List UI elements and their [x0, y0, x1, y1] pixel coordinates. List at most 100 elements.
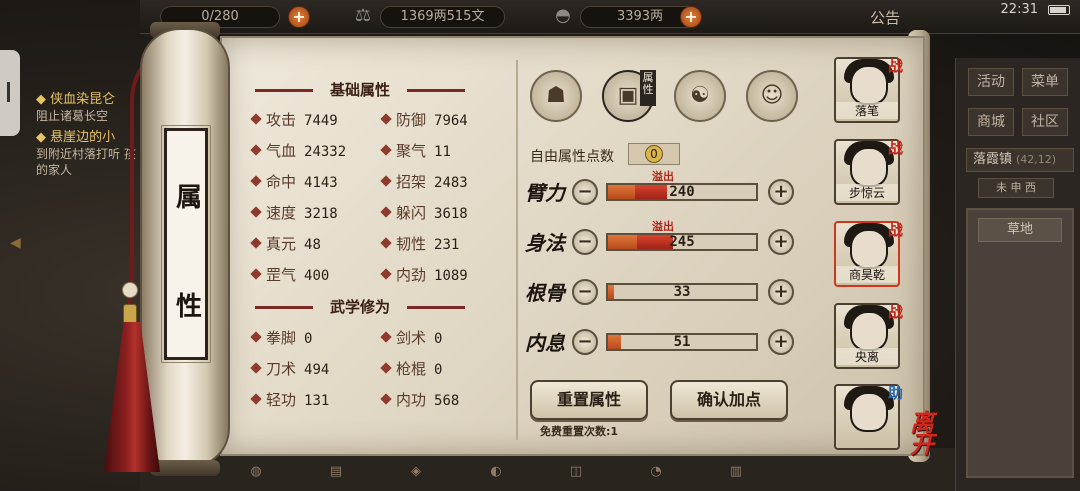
- attribute-tab-tag: 属性: [640, 70, 656, 106]
- add-silver-button[interactable]: +: [680, 6, 702, 28]
- attribute-row: 内劲 1089: [380, 265, 468, 285]
- attribute-label: 刀术: [266, 360, 297, 378]
- equipment-tab-icon[interactable]: ☗: [530, 70, 582, 122]
- portrait-face: [850, 65, 888, 105]
- free-points-value: 0: [645, 145, 663, 163]
- bagua-tab-icon[interactable]: ☯: [674, 70, 726, 122]
- bottom-menu-item[interactable]: ◫: [550, 454, 602, 490]
- increase-stat-button[interactable]: +: [768, 329, 794, 355]
- bottom-menu-item[interactable]: ▥: [710, 454, 762, 490]
- attribute-row: 躲闪 3618: [380, 203, 468, 223]
- attribute-label: 聚气: [396, 142, 427, 160]
- location-name: 落霞镇: [973, 152, 1013, 167]
- attribute-row: 韧性 231: [380, 234, 459, 254]
- attribute-label: 轻功: [266, 391, 297, 409]
- battery-icon: [1048, 5, 1070, 15]
- free-points-label: 自由属性点数: [530, 149, 614, 165]
- community-button[interactable]: 社区: [1022, 108, 1068, 136]
- increase-stat-button[interactable]: +: [768, 229, 794, 255]
- attribute-label: 剑术: [396, 329, 427, 347]
- attribute-value: 131: [304, 393, 330, 409]
- collapse-arrow-icon[interactable]: ◀: [10, 235, 21, 251]
- stat-bar: 240: [606, 183, 758, 201]
- attribute-value: 4143: [304, 175, 338, 191]
- silver-ingot-icon: ◓: [555, 5, 571, 26]
- diamond-bullet-icon: [380, 362, 392, 374]
- attribute-row: 剑术 0: [380, 328, 443, 348]
- attribute-value: 0: [434, 362, 443, 378]
- attribute-row: 聚气 11: [380, 141, 451, 161]
- stat-bar: 245: [606, 233, 758, 251]
- leave-button[interactable]: 离开: [910, 411, 954, 457]
- minimap-terrain-label: 草地: [978, 218, 1062, 242]
- location-label: 落霞镇 (42,12): [966, 148, 1074, 172]
- stat-value: 245: [669, 234, 695, 250]
- copper-display: 1369两515文: [380, 6, 505, 28]
- location-coords: (42,12): [1016, 153, 1057, 166]
- diamond-bullet-icon: [380, 206, 392, 218]
- diamond-bullet-icon: [250, 362, 262, 374]
- minimap[interactable]: 草地: [966, 208, 1074, 478]
- bottom-menu-item[interactable]: ◍: [230, 454, 282, 490]
- attribute-value: 0: [304, 331, 313, 347]
- party-role-badge: 助: [888, 384, 904, 402]
- compass-strip: 未 申 西: [978, 178, 1054, 198]
- decrease-stat-button[interactable]: −: [572, 279, 598, 305]
- attribute-label: 枪棍: [396, 360, 427, 378]
- decrease-stat-button[interactable]: −: [572, 179, 598, 205]
- party-role-badge: 战: [888, 139, 904, 157]
- increase-stat-button[interactable]: +: [768, 179, 794, 205]
- basic-attributes-title: 基础属性: [255, 79, 465, 101]
- attribute-row: 招架 2483: [380, 172, 468, 192]
- attribute-label: 招架: [396, 173, 427, 191]
- attribute-row: 防御 7964: [380, 110, 468, 130]
- attribute-value: 11: [434, 144, 451, 160]
- stat-bar: 33: [606, 283, 758, 301]
- bottom-menu-item[interactable]: ◔: [630, 454, 682, 490]
- stat-value: 33: [673, 284, 691, 300]
- party-role-badge: 战: [888, 303, 904, 321]
- attribute-row: 真元 48: [250, 234, 321, 254]
- attribute-row: 刀术 494: [250, 359, 330, 379]
- attribute-label: 内功: [396, 391, 427, 409]
- right-menu-panel: 活动 菜单 商城 社区 落霞镇 (42,12) 未 申 西 草地: [955, 58, 1080, 491]
- attribute-row: 枪棍 0: [380, 359, 443, 379]
- bottom-menu-item[interactable]: ◐: [470, 454, 522, 490]
- party-member-name: 商昊乾: [836, 266, 898, 283]
- activity-button[interactable]: 活动: [968, 68, 1014, 96]
- stat-name: 身法: [525, 231, 565, 255]
- bottom-menu-item[interactable]: ▤: [310, 454, 362, 490]
- decrease-stat-button[interactable]: −: [572, 329, 598, 355]
- add-stamina-button[interactable]: +: [288, 6, 310, 28]
- side-drawer-tab[interactable]: [0, 50, 20, 136]
- attribute-label: 罡气: [266, 266, 297, 284]
- diamond-bullet-icon: [250, 175, 262, 187]
- portrait-face: [850, 229, 888, 269]
- stat-value: 240: [669, 184, 695, 200]
- attribute-value: 494: [304, 362, 330, 378]
- attribute-value: 48: [304, 237, 321, 253]
- attribute-label: 速度: [266, 204, 297, 222]
- diamond-bullet-icon: [250, 144, 262, 156]
- confirm-points-button[interactable]: 确认加点: [670, 380, 788, 420]
- increase-stat-button[interactable]: +: [768, 279, 794, 305]
- reset-attributes-button[interactable]: 重置属性: [530, 380, 648, 420]
- attribute-label: 命中: [266, 173, 297, 191]
- menu-button[interactable]: 菜单: [1022, 68, 1068, 96]
- diamond-bullet-icon: [250, 113, 262, 125]
- attribute-row: 内功 568: [380, 390, 459, 410]
- notice-button[interactable]: 公告: [870, 7, 900, 28]
- bottom-menu-item[interactable]: ◈: [390, 454, 442, 490]
- tassel-bead: [122, 282, 138, 298]
- meridian-tab-icon[interactable]: ☺: [746, 70, 798, 122]
- attribute-value: 0: [434, 331, 443, 347]
- decrease-stat-button[interactable]: −: [572, 229, 598, 255]
- overflow-label: 溢出: [652, 220, 674, 233]
- attribute-value: 3218: [304, 206, 338, 222]
- attribute-row: 气血 24332: [250, 141, 346, 161]
- shop-button[interactable]: 商城: [968, 108, 1014, 136]
- party-member-name: 央离: [836, 348, 898, 365]
- diamond-bullet-icon: [250, 237, 262, 249]
- attribute-row: 命中 4143: [250, 172, 338, 192]
- attribute-label: 内劲: [396, 266, 427, 284]
